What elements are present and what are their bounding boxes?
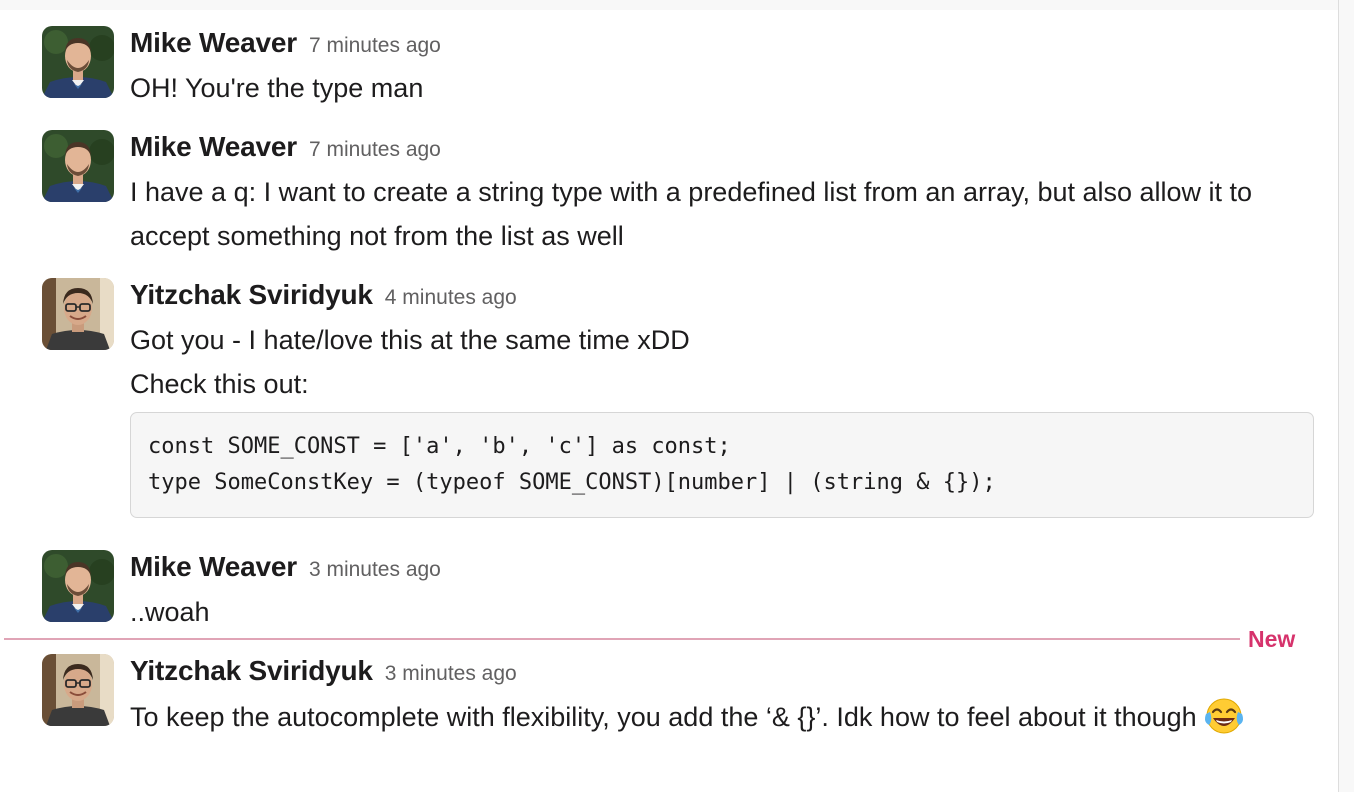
timestamp[interactable]: 7 minutes ago [309,34,441,57]
new-messages-divider: New [0,626,1330,652]
timestamp[interactable]: 7 minutes ago [309,138,441,161]
message-text: OH! You're the type man [130,73,424,103]
message[interactable]: Mike Weaver 7 minutes ago OH! You're the … [0,26,1330,116]
mike-avatar-icon [42,550,114,622]
timestamp[interactable]: 3 minutes ago [385,662,517,685]
message-text: Got you - I hate/love this at the same t… [130,325,690,355]
message[interactable]: Yitzchak Sviridyuk 3 minutes ago To keep … [0,654,1330,790]
code-line: const SOME_CONST = ['a', 'b', 'c'] as co… [148,434,731,459]
timestamp[interactable]: 4 minutes ago [385,286,517,309]
tears-of-joy-emoji-icon [1203,694,1245,736]
mike-avatar-icon [42,130,114,202]
message-body: To keep the autocomplete with flexibilit… [130,694,1320,739]
avatar[interactable] [42,550,114,622]
message-text-wrapper: To keep the autocomplete with flexibilit… [130,694,1320,739]
yitzchak-avatar-icon [42,654,114,726]
message-body: I have a q: I want to create a string ty… [130,170,1320,258]
author-name[interactable]: Yitzchak Sviridyuk [130,655,373,686]
avatar[interactable] [42,26,114,98]
author-name[interactable]: Mike Weaver [130,27,297,58]
mike-avatar-icon [42,26,114,98]
new-label: New [1248,626,1296,652]
message-text: I have a q: I want to create a string ty… [130,177,1253,251]
code-line: type SomeConstKey = (typeof SOME_CONST)[… [148,470,996,495]
message-header: Mike Weaver 7 minutes ago [130,26,441,60]
avatar[interactable] [42,130,114,202]
avatar[interactable] [42,278,114,350]
author-name[interactable]: Mike Weaver [130,131,297,162]
message-body: Got you - I hate/love this at the same t… [130,318,1320,518]
message[interactable]: Mike Weaver 3 minutes ago ..woah [0,550,1330,630]
author-name[interactable]: Yitzchak Sviridyuk [130,279,373,310]
author-name[interactable]: Mike Weaver [130,551,297,582]
message-body: OH! You're the type man [130,66,1320,110]
code-block[interactable]: const SOME_CONST = ['a', 'b', 'c'] as co… [130,412,1314,518]
message-text: To keep the autocomplete with flexibilit… [130,702,1197,732]
message-header: Mike Weaver 7 minutes ago [130,130,441,164]
yitzchak-avatar-icon [42,278,114,350]
message-text: Check this out: [130,369,309,399]
message-header: Mike Weaver 3 minutes ago [130,550,441,584]
message[interactable]: Mike Weaver 7 minutes ago I have a q: I w… [0,130,1330,270]
timestamp[interactable]: 3 minutes ago [309,558,441,581]
avatar[interactable] [42,654,114,726]
message[interactable]: Yitzchak Sviridyuk 4 minutes ago Got you … [0,278,1330,528]
message-header: Yitzchak Sviridyuk 3 minutes ago [130,654,517,688]
message-header: Yitzchak Sviridyuk 4 minutes ago [130,278,517,312]
scrollbar-track[interactable] [1338,0,1354,792]
top-strip [0,0,1354,10]
divider-line [4,638,1240,640]
